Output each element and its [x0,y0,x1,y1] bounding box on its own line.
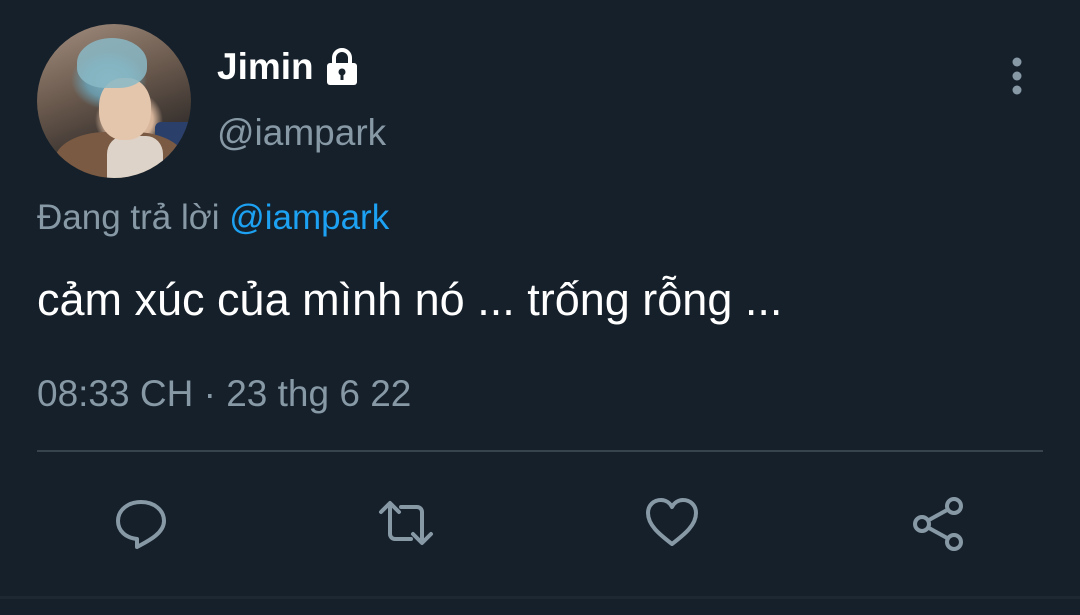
avatar-hair [77,38,147,88]
bottom-divider [0,596,1080,599]
comment-icon [116,500,166,549]
avatar[interactable] [37,24,191,178]
tweet-detail: Jimin @iampark Đang trả lời @iampark cảm… [0,0,1080,615]
share-button[interactable] [907,492,971,554]
tweet-text: cảm xúc của mình nó ... trống rỗng ... [37,274,783,325]
lock-icon [324,47,360,87]
divider [37,450,1043,452]
retweet-icon [379,501,433,545]
user-name-row[interactable]: Jimin [217,44,360,90]
reply-mention-link[interactable]: @iampark [229,198,389,237]
avatar-shirt [107,136,163,178]
heart-icon [646,498,698,546]
reply-button[interactable] [109,492,173,554]
replying-to-label: Đang trả lời [37,198,220,237]
display-name[interactable]: Jimin [217,44,314,90]
share-icon [913,497,963,551]
retweet-button[interactable] [374,492,438,554]
replying-to: Đang trả lời @iampark [37,196,389,240]
action-bar [0,492,1080,554]
more-vertical-icon[interactable] [1004,54,1030,98]
user-handle[interactable]: @iampark [217,110,386,156]
tweet-timestamp[interactable]: 08:33 CH · 23 thg 6 22 [37,371,411,417]
like-button[interactable] [640,492,704,554]
